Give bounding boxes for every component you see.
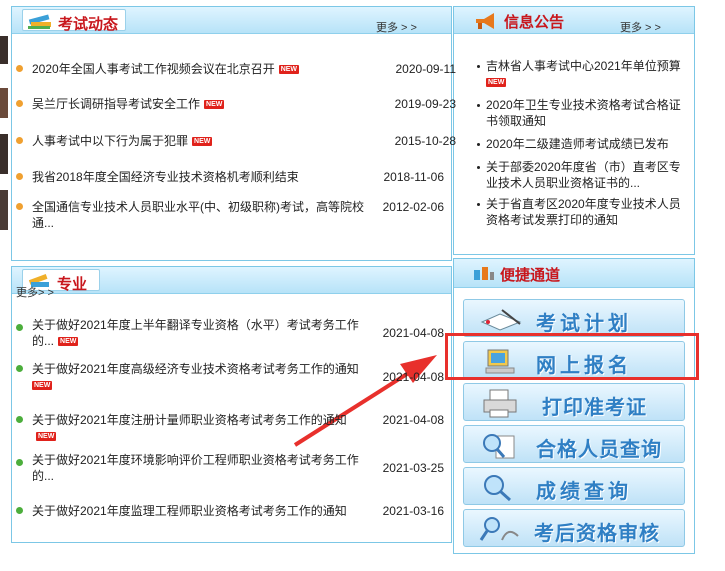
bullet-icon: [477, 143, 480, 146]
professional-title-text[interactable]: 关于做好2021年度上半年翻译专业资格（水平）考试考务工作: [32, 318, 359, 332]
professional-panel: 专业 更多> >: [11, 266, 452, 543]
new-badge-row: NEW: [486, 74, 686, 90]
professional-title-text[interactable]: 关于做好2021年度环境影响评价工程师职业资格考试考务工作: [32, 453, 359, 467]
highlight-box: [445, 333, 699, 380]
bullet-icon: [16, 100, 23, 107]
exam-news-date: 2015-10-28: [394, 134, 456, 148]
notices-title: 信息公告: [504, 14, 565, 31]
notice-item[interactable]: 吉林省人事考试中心2021年单位预算 NEW: [477, 58, 686, 90]
quick-access-icon: [474, 267, 494, 280]
professional-date: 2021-03-16: [382, 504, 444, 518]
exam-news-title-link[interactable]: 吴兰厅长调研指导考试安全工作: [32, 97, 200, 111]
exam-news-title-link[interactable]: 我省2018年度全国经济专业技术资格机考顺利结束: [32, 169, 299, 185]
bullet-icon: [16, 173, 23, 180]
bullet-icon: [16, 65, 23, 72]
bullet-icon: [16, 137, 23, 144]
professional-title-link[interactable]: 关于做好2021年度环境影响评价工程师职业资格考试考务工作 的...: [32, 452, 370, 484]
bullet-icon: [477, 166, 480, 169]
qualified-personnel-query-button[interactable]: 合格人员查询: [463, 425, 685, 463]
exam-news-date: 2018-11-06: [383, 170, 445, 184]
professional-title-text[interactable]: 关于做好2021年度高级经济专业技术资格考试考务工作的通知: [32, 362, 359, 376]
exam-news-title: 考试动态: [58, 16, 119, 33]
professional-title-cont[interactable]: 的...: [32, 334, 54, 348]
notice-title-cont[interactable]: 书领取通知: [486, 113, 686, 129]
notice-item[interactable]: 关于省直考区2020年度专业技术人员 资格考试发票打印的通知: [477, 196, 686, 228]
post-exam-qualification-review-button[interactable]: 考后资格审核: [463, 509, 685, 547]
professional-title-link[interactable]: 关于做好2021年度高级经济专业技术资格考试考务工作的通知 NEW: [32, 361, 370, 393]
notice-item[interactable]: 2020年卫生专业技术资格考试合格证 书领取通知: [477, 97, 686, 129]
new-badge: NEW: [36, 432, 57, 442]
professional-title-link[interactable]: 关于做好2021年度监理工程师职业资格考试考务工作的通知: [32, 503, 370, 519]
megaphone-icon: [476, 13, 494, 29]
new-badge: NEW: [192, 137, 213, 147]
professional-title-text[interactable]: 关于做好2021年度监理工程师职业资格考试考务工作的通知: [32, 504, 347, 518]
exam-news-title-link[interactable]: 人事考试中以下行为属于犯罪: [32, 134, 188, 148]
notices-more-link[interactable]: 更多 > >: [620, 19, 661, 35]
bullet-icon: [16, 507, 23, 514]
professional-title-link[interactable]: 关于做好2021年度上半年翻译专业资格（水平）考试考务工作 的... NEW: [32, 317, 370, 349]
exam-news-item[interactable]: 2020年全国人事考试工作视频会议在北京召开 NEW 2020-09-11: [16, 61, 457, 77]
professional-date: 2021-04-08: [382, 413, 444, 427]
professional-title-link[interactable]: 关于做好2021年度注册计量师职业资格考试考务工作的通知 NEW: [32, 412, 370, 444]
notice-title[interactable]: 2020年卫生专业技术资格考试合格证: [486, 97, 686, 113]
exam-news-item[interactable]: 吴兰厅长调研指导考试安全工作 NEW 2019-09-23: [16, 96, 456, 112]
new-badge: NEW: [58, 337, 79, 347]
exam-news-title-link[interactable]: 全国通信专业技术人员职业水平(中、初级职称)考试，高等院校: [32, 199, 364, 215]
bullet-icon: [16, 203, 23, 210]
books-icon: [28, 14, 51, 29]
bullet-icon: [16, 459, 23, 466]
new-badge: NEW: [204, 100, 225, 110]
print-admission-ticket-button[interactable]: 打印准考证: [463, 383, 685, 421]
magnifier-doc-icon: [483, 434, 515, 459]
notice-title-cont[interactable]: 资格考试发票打印的通知: [486, 212, 686, 228]
new-badge: NEW: [32, 381, 53, 391]
new-badge: NEW: [486, 78, 507, 88]
score-query-button[interactable]: 成绩查询: [463, 467, 685, 505]
professional-title: 专业: [57, 276, 88, 293]
exam-news-date: 2012-02-06: [382, 200, 444, 214]
exam-news-title-cont[interactable]: 通...: [32, 215, 54, 231]
quick-access-title: 便捷通道: [500, 267, 561, 284]
professional-date: 2021-03-25: [382, 461, 444, 475]
professional-title-cont[interactable]: 的...: [32, 469, 54, 483]
professional-date: 2021-04-08: [382, 370, 444, 384]
exam-news-item[interactable]: 人事考试中以下行为属于犯罪 NEW 2015-10-28: [16, 133, 456, 149]
bullet-icon: [16, 324, 23, 331]
bullet-icon: [477, 65, 480, 68]
notice-title[interactable]: 吉林省人事考试中心2021年单位预算: [486, 58, 686, 74]
notice-title[interactable]: 关于省直考区2020年度专业技术人员: [486, 196, 686, 212]
bullet-icon: [16, 365, 23, 372]
notice-title[interactable]: 2020年二级建造师考试成绩已发布: [486, 136, 686, 152]
exam-news-date: 2019-09-23: [394, 97, 456, 111]
exam-news-date: 2020-09-11: [395, 62, 457, 76]
exam-news-title-link[interactable]: 2020年全国人事考试工作视频会议在北京召开: [32, 62, 275, 76]
exam-news-more-link[interactable]: 更多 > >: [376, 19, 417, 35]
left-photo-strip: [0, 0, 8, 571]
bullet-icon: [477, 104, 480, 107]
notice-title-cont[interactable]: 业技术人员职业资格证书的...: [486, 175, 686, 191]
professional-title-text[interactable]: 关于做好2021年度注册计量师职业资格考试考务工作的通知: [32, 413, 347, 427]
bullet-icon: [16, 416, 23, 423]
search-person-icon: [479, 517, 519, 541]
notice-item[interactable]: 关于部委2020年度省（市）直考区专 业技术人员职业资格证书的...: [477, 159, 686, 191]
exam-plan-button[interactable]: 考试计划: [463, 299, 685, 337]
professional-date: 2021-04-08: [382, 326, 444, 340]
professional-more-link[interactable]: 更多> >: [16, 284, 54, 300]
printer-icon: [483, 389, 517, 418]
notice-item[interactable]: 2020年二级建造师考试成绩已发布: [477, 136, 686, 152]
notice-title[interactable]: 关于部委2020年度省（市）直考区专: [486, 159, 686, 175]
bullet-icon: [477, 203, 480, 206]
new-badge: NEW: [278, 65, 300, 75]
book-pen-icon: [480, 309, 522, 331]
exam-news-title-box: 考试动态: [22, 9, 126, 33]
magnifier-icon: [484, 475, 512, 502]
